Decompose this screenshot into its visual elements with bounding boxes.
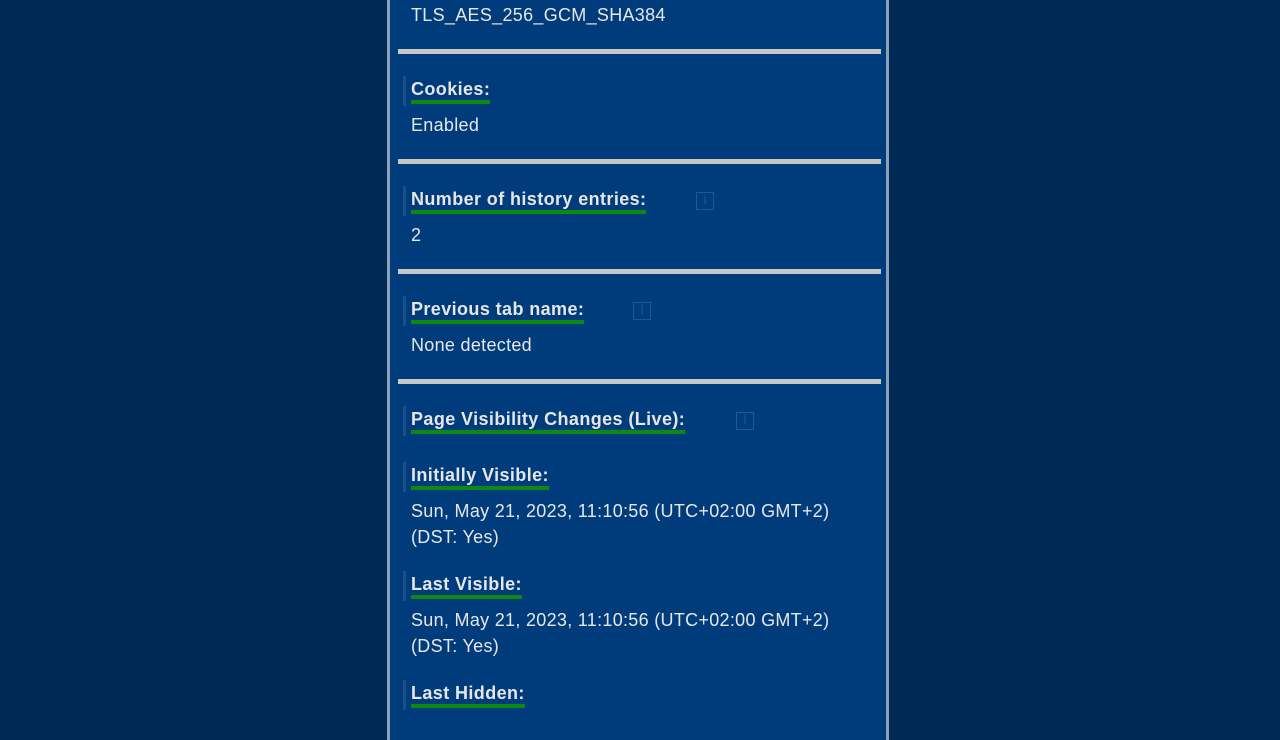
prev-tab-value: None detected — [411, 335, 532, 355]
last-visible-dst: (DST: Yes) — [411, 636, 500, 656]
cookies-value: Enabled — [411, 115, 480, 135]
section-divider — [398, 269, 881, 274]
initially-visible-time: Sun, May 21, 2023, 11:10:56 (UTC+02:00 G… — [411, 501, 830, 521]
last-hidden-heading: Last Hidden: — [403, 680, 525, 710]
info-icon[interactable]: i — [736, 412, 754, 430]
info-icon[interactable]: i — [633, 302, 651, 320]
section-divider — [398, 159, 881, 164]
section-divider — [398, 379, 881, 384]
initially-visible-dst: (DST: Yes) — [411, 527, 500, 547]
last-visible-heading: Last Visible: — [403, 571, 522, 601]
visibility-label: Page Visibility Changes (Live): — [411, 406, 686, 434]
last-visible-time: Sun, May 21, 2023, 11:10:56 (UTC+02:00 G… — [411, 610, 830, 630]
visibility-heading: Page Visibility Changes (Live): — [403, 406, 686, 436]
history-value: 2 — [411, 225, 422, 245]
initially-visible-heading: Initially Visible: — [403, 462, 549, 492]
last-visible-label: Last Visible: — [411, 571, 522, 599]
history-label: Number of history entries: — [411, 186, 647, 214]
cookies-label: Cookies: — [411, 76, 491, 104]
info-panel: TLS_AES_256_GCM_SHA384 Cookies: Enabled … — [387, 0, 889, 740]
prev-tab-heading: Previous tab name: — [403, 296, 585, 326]
prev-tab-label: Previous tab name: — [411, 296, 585, 324]
cookies-heading: Cookies: — [403, 76, 491, 106]
history-heading: Number of history entries: — [403, 186, 647, 216]
initially-visible-label: Initially Visible: — [411, 462, 549, 490]
tls-cipher-value: TLS_AES_256_GCM_SHA384 — [411, 5, 666, 25]
info-icon[interactable]: i — [696, 192, 714, 210]
last-hidden-label: Last Hidden: — [411, 680, 525, 708]
section-divider — [398, 49, 881, 54]
